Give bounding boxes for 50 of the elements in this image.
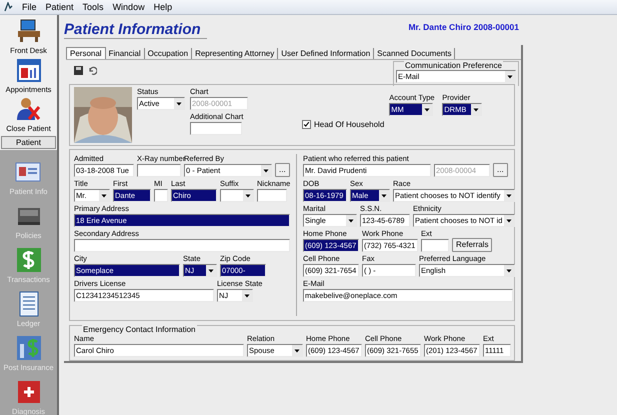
caret-icon [242,290,252,301]
tab[interactable]: Occupation [144,48,192,59]
dropdown[interactable] [220,189,254,202]
input-field[interactable] [154,189,168,202]
caret-icon [99,190,109,201]
caret-icon [379,190,389,201]
tab[interactable]: Personal [66,47,106,59]
menu-item[interactable]: Help [154,2,172,12]
caret-icon [471,104,482,115]
section-header[interactable]: Patient [1,136,56,149]
patient-name: Mr. Dante Chiro 2008-00001 [408,22,519,32]
tab[interactable]: User Defined Information [278,48,374,59]
browse-button[interactable]: ... [275,163,290,177]
page-title: Patient Information [64,21,207,39]
caret-icon [243,190,253,201]
input-field[interactable] [74,239,290,252]
caret-icon [504,265,514,276]
checkbox[interactable] [302,120,311,128]
bar-money-icon [14,334,42,362]
menu-item[interactable]: Window [112,2,145,12]
calendar-icon [14,56,42,84]
caret-icon [206,265,216,276]
caret-icon [504,190,514,201]
tab[interactable]: Scanned Documents [374,48,456,59]
person-cross-icon [14,95,42,123]
undo-icon[interactable] [88,66,97,75]
save-icon[interactable] [74,66,83,75]
caret-icon [505,71,515,82]
input-field[interactable] [421,239,449,252]
checkbox-label: Head Of Household [314,120,384,128]
input-field[interactable] [190,122,242,135]
tab[interactable]: Representing Attorney [192,48,278,59]
caret-icon [261,165,271,176]
money-icon [14,246,42,274]
input-field[interactable] [137,164,181,177]
caret-icon [292,345,302,356]
menu-item[interactable]: Tools [82,2,104,12]
browse-button[interactable]: ... [493,163,508,177]
group-title: Emergency Contact Information [82,325,196,334]
referrals-button[interactable]: Referrals [452,238,492,252]
menu-item[interactable]: Patient [46,2,74,12]
app-icon[interactable] [4,2,13,12]
menu-item[interactable]: File [22,2,37,12]
caret-icon [504,215,514,226]
caret-icon [174,98,184,109]
caret-icon [346,215,356,226]
caret-icon [422,104,432,115]
tab[interactable]: Financial [106,48,145,59]
input-field[interactable] [257,189,287,202]
group-title: Communication Preference [404,61,503,70]
